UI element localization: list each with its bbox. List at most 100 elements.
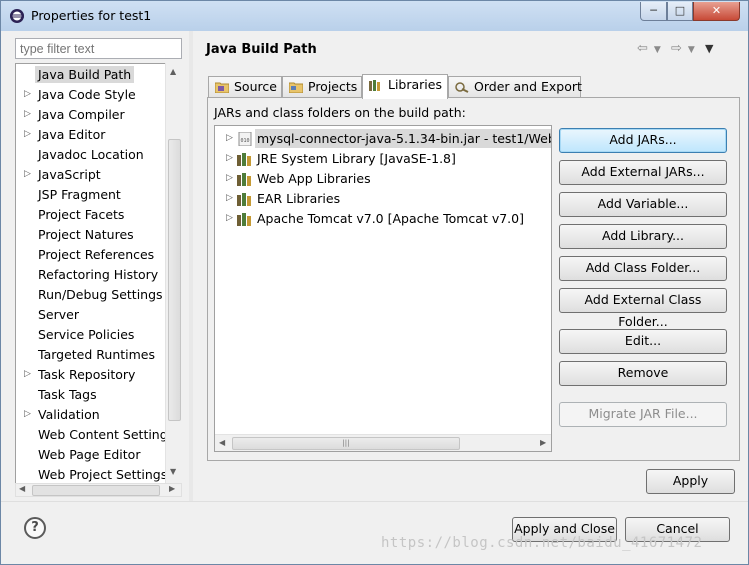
tree-item[interactable]: ▷ Validation <box>16 405 166 425</box>
scroll-right-icon[interactable]: ▶ <box>169 484 175 493</box>
tree-item[interactable]: Project Facets <box>16 205 166 225</box>
library-horizontal-scrollbar[interactable]: ◀ ||| ▶ <box>215 434 551 451</box>
tree-item-label: Task Tags <box>38 387 97 402</box>
expand-icon[interactable]: ▷ <box>226 189 233 208</box>
separator <box>1 501 748 502</box>
tree-item[interactable]: ▷ Task Repository <box>16 365 166 385</box>
libraries-label: JARs and class folders on the build path… <box>214 105 466 120</box>
library-label: Web App Libraries <box>257 171 371 186</box>
tree-item-label: JavaScript <box>38 167 101 182</box>
remove-button[interactable]: Remove <box>559 361 727 386</box>
tree-item[interactable]: Java Build Path <box>16 65 166 85</box>
library-item[interactable]: ▷ 010 mysql-connector-java-5.1.34-bin.ja… <box>215 129 551 149</box>
scroll-right-icon[interactable]: ▶ <box>540 438 546 447</box>
scroll-thumb[interactable]: ||| <box>232 437 460 450</box>
tree-item[interactable]: Server <box>16 305 166 325</box>
tree-item-label: Web Page Editor <box>38 447 141 462</box>
view-menu-icon[interactable]: ▼ <box>705 42 713 55</box>
expand-icon[interactable]: ▷ <box>24 365 31 384</box>
tree-item[interactable]: ▷ Java Editor <box>16 125 166 145</box>
tree-item[interactable]: ▷ JavaScript <box>16 165 166 185</box>
splitter[interactable] <box>189 31 193 501</box>
expand-icon[interactable]: ▷ <box>24 405 31 424</box>
tree-item[interactable]: Targeted Runtimes <box>16 345 166 365</box>
expand-icon[interactable]: ▷ <box>24 165 31 184</box>
tree-item-label: Java Code Style <box>38 87 136 102</box>
library-item[interactable]: ▷ EAR Libraries <box>215 189 551 209</box>
tab-libraries[interactable]: Libraries <box>362 74 448 99</box>
tree-item[interactable]: Task Tags <box>16 385 166 405</box>
scroll-up-icon[interactable]: ▲ <box>170 67 176 76</box>
library-tree[interactable]: ▷ 010 mysql-connector-java-5.1.34-bin.ja… <box>214 125 552 452</box>
tree-item[interactable]: Javadoc Location <box>16 145 166 165</box>
scroll-left-icon[interactable]: ◀ <box>19 484 25 493</box>
page-navigation: ⇦ ▼ ⇨ ▼ ▼ <box>637 41 719 56</box>
tree-item-label: Javadoc Location <box>38 147 144 162</box>
library-item[interactable]: ▷ Apache Tomcat v7.0 [Apache Tomcat v7.0… <box>215 209 551 229</box>
tree-item[interactable]: ▷ Java Code Style <box>16 85 166 105</box>
library-label: mysql-connector-java-5.1.34-bin.jar - te… <box>255 129 551 148</box>
tree-item-label: Java Build Path <box>35 66 135 83</box>
tab-projects[interactable]: Projects <box>282 76 362 98</box>
tree-item[interactable]: Web Project Settings <box>16 465 167 483</box>
scroll-thumb[interactable] <box>32 485 160 496</box>
tab-order-and-export[interactable]: Order and Export <box>448 76 582 98</box>
tree-item-label: Service Policies <box>38 327 135 342</box>
back-arrow-icon[interactable]: ⇦ <box>637 41 648 56</box>
minimize-button[interactable]: ─ <box>640 2 667 21</box>
expand-icon[interactable]: ▷ <box>24 105 31 124</box>
tree-item[interactable]: Service Policies <box>16 325 166 345</box>
tree-item[interactable]: Refactoring History <box>16 265 166 285</box>
tree-item[interactable]: Project Natures <box>16 225 166 245</box>
tab-label: Libraries <box>388 77 442 92</box>
tree-item-label: Refactoring History <box>38 267 159 282</box>
library-icon <box>237 213 251 226</box>
tree-item-label: Validation <box>38 407 100 422</box>
add-external-class-folder-button[interactable]: Add External Class Folder... <box>559 288 727 329</box>
back-dropdown-icon[interactable]: ▼ <box>654 45 661 55</box>
help-icon[interactable]: ? <box>24 517 46 539</box>
watermark: https://blog.csdn.net/baidu_41671472 <box>381 535 703 551</box>
add-external-jars-button[interactable]: Add External JARs... <box>559 160 727 185</box>
tree-item[interactable]: Project References <box>16 245 166 265</box>
expand-icon[interactable]: ▷ <box>226 169 233 188</box>
library-item[interactable]: ▷ Web App Libraries <box>215 169 551 189</box>
properties-tree: Java Build Path ▷ Java Code Style ▷ Java Com… <box>15 63 182 484</box>
forward-dropdown-icon[interactable]: ▼ <box>688 45 695 55</box>
tree-item[interactable]: Web Page Editor <box>16 445 166 465</box>
scroll-thumb[interactable] <box>168 139 181 421</box>
page-title: Java Build Path <box>206 42 317 57</box>
close-button[interactable]: ✕ <box>693 2 740 21</box>
edit-button[interactable]: Edit... <box>559 329 727 354</box>
add-jars-button[interactable]: Add JARs... <box>559 128 727 153</box>
expand-icon[interactable]: ▷ <box>24 85 31 104</box>
migrate-jar-file-button[interactable]: Migrate JAR File... <box>559 402 727 427</box>
expand-icon[interactable]: ▷ <box>226 129 233 148</box>
tree-item-label: Java Editor <box>38 127 106 142</box>
library-item[interactable]: ▷ JRE System Library [JavaSE-1.8] <box>215 149 551 169</box>
expand-icon[interactable]: ▷ <box>226 209 233 228</box>
tree-item[interactable]: JSP Fragment <box>16 185 166 205</box>
add-library-button[interactable]: Add Library... <box>559 224 727 249</box>
scroll-down-icon[interactable]: ▼ <box>170 467 176 476</box>
forward-arrow-icon[interactable]: ⇨ <box>671 41 682 56</box>
apply-button[interactable]: Apply <box>646 469 735 494</box>
add-class-folder-button[interactable]: Add Class Folder... <box>559 256 727 281</box>
order-export-icon <box>455 82 469 93</box>
tree-item[interactable]: Run/Debug Settings <box>16 285 166 305</box>
library-icon <box>237 173 251 186</box>
maximize-button[interactable]: □ <box>667 2 693 21</box>
projects-icon <box>289 82 303 93</box>
tree-item[interactable]: Web Content Settings <box>16 425 174 445</box>
tree-item-label: Run/Debug Settings <box>38 287 163 302</box>
tab-source[interactable]: Source <box>208 76 282 98</box>
filter-input[interactable] <box>15 38 182 59</box>
scroll-left-icon[interactable]: ◀ <box>219 438 225 447</box>
tree-vertical-scrollbar[interactable]: ▲ ▼ <box>165 63 182 484</box>
tree-horizontal-scrollbar[interactable]: ◀ ▶ <box>15 483 182 497</box>
library-label: EAR Libraries <box>257 191 341 206</box>
tree-item[interactable]: ▷ Java Compiler <box>16 105 166 125</box>
expand-icon[interactable]: ▷ <box>24 125 31 144</box>
expand-icon[interactable]: ▷ <box>226 149 233 168</box>
add-variable-button[interactable]: Add Variable... <box>559 192 727 217</box>
